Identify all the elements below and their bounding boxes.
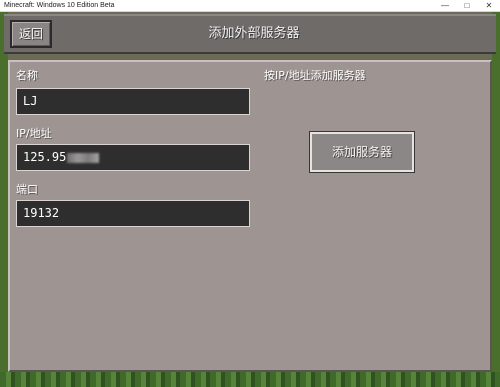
redacted-ip-blur — [67, 152, 100, 163]
port-input[interactable]: 19132 — [16, 200, 250, 227]
ip-value: 125.95 — [23, 150, 67, 164]
add-server-panel: 名称 LJ IP/地址 125.95 端口 19132 按IP/地址添加服务器 … — [8, 60, 492, 372]
window-title-bar: Minecraft: Windows 10 Edition Beta — □ ✕ — [0, 0, 500, 12]
back-button[interactable]: 返回 — [10, 20, 52, 48]
port-label: 端口 — [16, 183, 38, 196]
ip-label: IP/地址 — [16, 127, 52, 140]
name-input[interactable]: LJ — [16, 88, 250, 115]
grass-strip — [0, 372, 500, 387]
maximize-icon[interactable]: □ — [456, 0, 478, 12]
add-by-ip-heading: 按IP/地址添加服务器 — [264, 69, 366, 82]
add-server-button[interactable]: 添加服务器 — [309, 131, 415, 173]
name-label: 名称 — [16, 69, 38, 82]
window-title: Minecraft: Windows 10 Edition Beta — [4, 2, 115, 9]
port-value: 19132 — [23, 206, 60, 220]
close-icon[interactable]: ✕ — [478, 0, 500, 12]
ip-input[interactable]: 125.95 — [16, 144, 250, 171]
name-value: LJ — [23, 94, 38, 108]
header-bar: 返回 添加外部服务器 — [4, 14, 496, 54]
page-title: 添加外部服务器 — [208, 26, 300, 41]
minimize-icon[interactable]: — — [434, 0, 456, 12]
